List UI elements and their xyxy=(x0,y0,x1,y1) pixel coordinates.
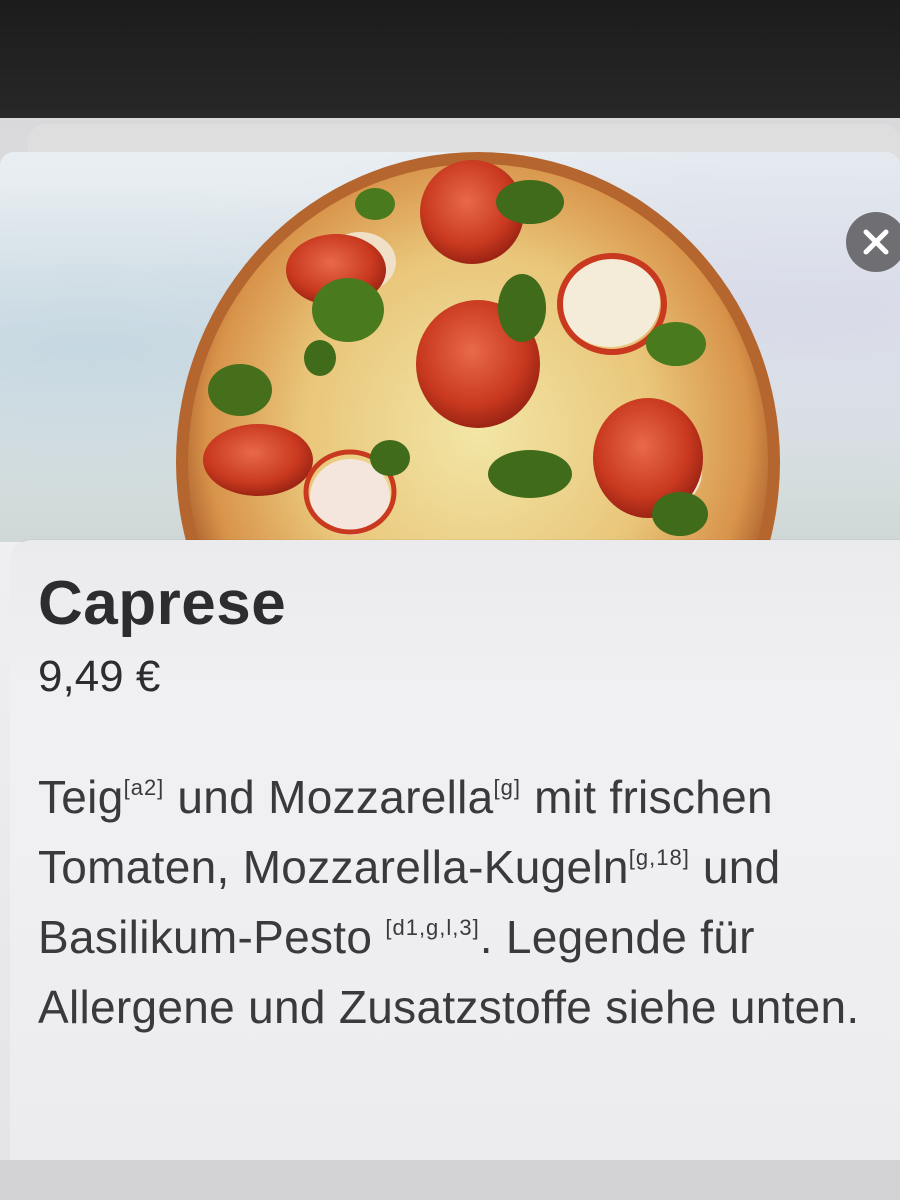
product-photo xyxy=(0,152,900,542)
allergen-code: [d1,g,l,3] xyxy=(385,915,480,940)
pizza-image xyxy=(176,152,780,542)
close-button[interactable] xyxy=(846,212,900,272)
product-title: Caprese xyxy=(38,569,287,638)
product-info-card: Caprese 9,49 € Teig[a2] und Mozzarella[g… xyxy=(10,540,900,1160)
screen-bottom-edge xyxy=(0,1160,900,1200)
description-text: Teig xyxy=(38,771,124,823)
description-text: und Mozzarella xyxy=(164,771,494,823)
allergen-code: [g] xyxy=(493,775,521,800)
product-price: 9,49 € xyxy=(38,652,161,701)
product-detail-modal: Caprese 9,49 € Teig[a2] und Mozzarella[g… xyxy=(0,152,900,1200)
allergen-code: [a2] xyxy=(123,775,165,800)
allergen-code: [g,18] xyxy=(628,845,690,870)
product-description: Teig[a2] und Mozzarella[g] mit frischen … xyxy=(38,762,868,1042)
close-icon xyxy=(863,229,889,255)
